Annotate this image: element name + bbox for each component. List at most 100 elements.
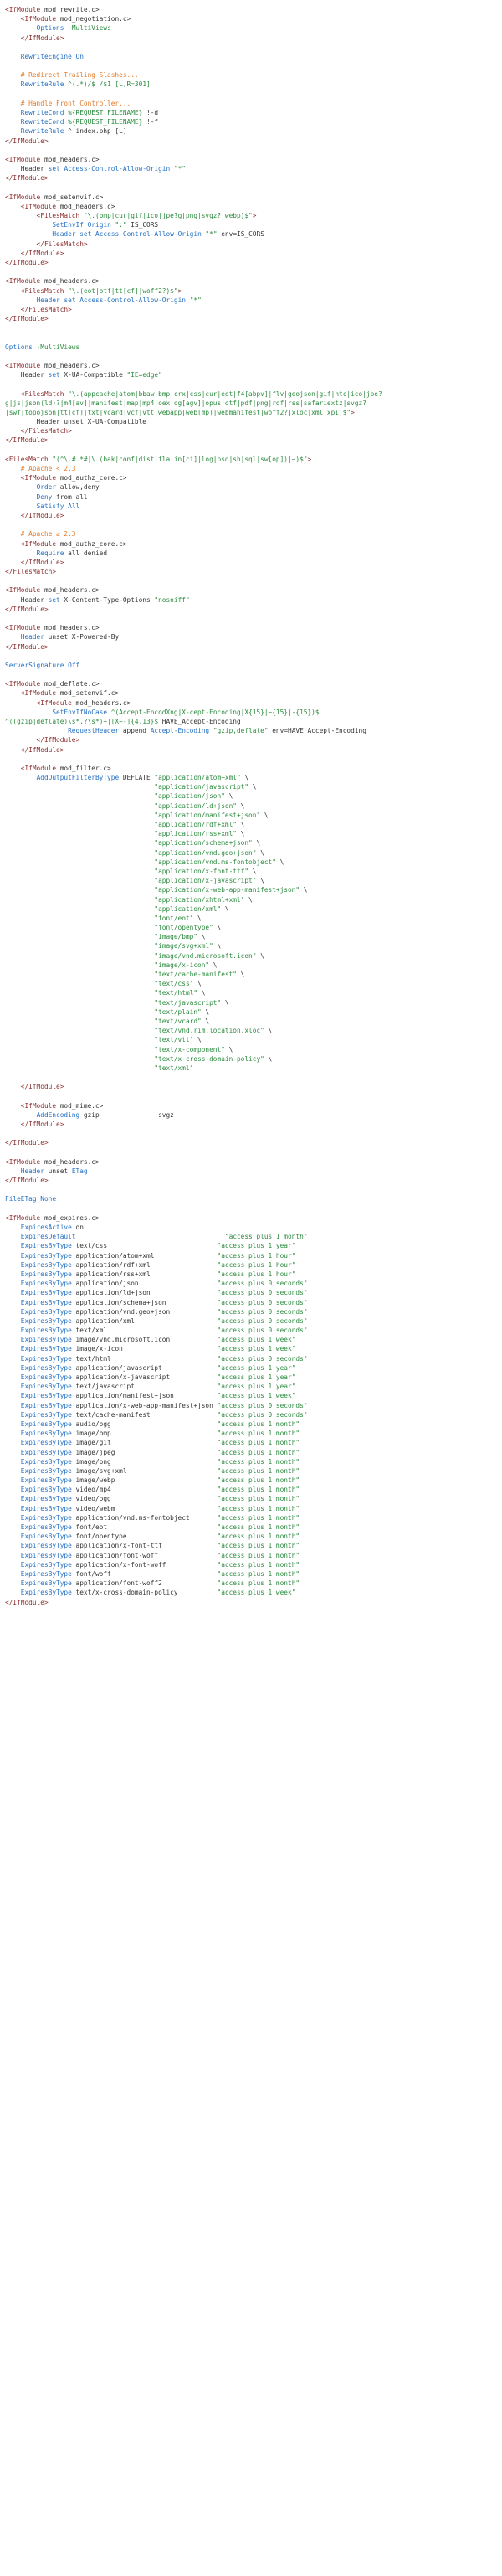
text-token: application/x-font-ttf	[71, 1542, 218, 1550]
directive-token: ExpiresByType	[20, 1560, 72, 1569]
text-token: application/ld+json	[71, 1289, 218, 1297]
code-line: ExpiresByType application/javascript "ac…	[5, 1363, 502, 1373]
string-token: "access plus 0 seconds"	[217, 1316, 308, 1325]
string-token: "application/json"	[154, 792, 225, 801]
text-token: application/json	[71, 1280, 218, 1288]
code-line: "text/cache-manifest" \	[5, 970, 502, 979]
comment-token: # Redirect Trailing Slashes...	[5, 71, 139, 80]
code-line: RewriteEngine On	[5, 52, 502, 61]
code-line: </FilesMatch>	[5, 426, 502, 435]
string-token: "image/vnd.microsoft.icon"	[154, 951, 257, 960]
string-token: "access plus 0 seconds"	[217, 1280, 308, 1288]
string-token: -MultiViews	[68, 24, 111, 33]
tag-token: <IfModule	[5, 202, 57, 210]
tag-token: </IfModule>	[5, 1139, 49, 1147]
directive-token: ExpiresByType	[20, 1363, 72, 1372]
directive-token: RewriteRule	[20, 127, 64, 136]
string-token: "access plus 1 year"	[217, 1383, 296, 1391]
string-token: %{REQUEST_FILENAME}	[68, 109, 143, 117]
string-token: "access plus 1 month"	[217, 1579, 300, 1588]
text-token: text/javascript	[71, 1383, 218, 1391]
string-token: "access plus 1 hour"	[217, 1270, 296, 1278]
text-token: text/xml	[71, 1327, 218, 1335]
text-token: \	[213, 942, 222, 951]
tag-token: <IfModule	[5, 155, 41, 163]
string-token: "access plus 1 hour"	[217, 1260, 296, 1269]
code-line: <FilesMatch "\.(appcache|atom|bbaw|bmp|c…	[5, 389, 502, 399]
directive-token: Header	[36, 296, 60, 304]
text-token: video/mp4	[71, 1486, 218, 1494]
text-token: application/font-woff2	[71, 1579, 218, 1588]
text-token: \	[240, 774, 249, 782]
directive-token: set	[64, 296, 76, 304]
string-token: "text/vtt"	[154, 1036, 194, 1044]
string-token: "access plus 0 seconds"	[217, 1327, 308, 1335]
directive-token: ExpiresByType	[20, 1513, 72, 1522]
code-line: Deny from all	[5, 492, 502, 502]
text-token: \	[221, 998, 229, 1007]
code-line: # Handle Front Controller...	[5, 99, 502, 108]
code-line: ExpiresByType image/jpeg "access plus 1 …	[5, 1448, 502, 1457]
code-line: <IfModule mod_authz_core.c>	[5, 473, 502, 482]
string-token: "IE=edge"	[126, 371, 162, 379]
tag-token: <IfModule	[5, 6, 41, 13]
text-token: mod_headers.c>	[40, 277, 100, 286]
text-token: image/svg+xml	[71, 1466, 218, 1475]
directive-token: ExpiresByType	[20, 1476, 72, 1485]
code-line: "application/manifest+json" \	[5, 811, 502, 820]
text-token: !-d	[142, 109, 159, 117]
string-token: "access plus 1 month"	[217, 1466, 300, 1475]
directive-token: ExpiresByType	[20, 1419, 72, 1428]
string-token: "nosniff"	[154, 595, 190, 604]
code-line: </IfModule>	[5, 137, 502, 146]
string-token: "access plus 1 month"	[217, 1457, 300, 1466]
text-token: \	[201, 1017, 210, 1025]
directive-token: On	[75, 52, 84, 60]
directive-token: ExpiresByType	[20, 1316, 72, 1325]
text-token: image/png	[71, 1457, 218, 1466]
tag-token: </IfModule>	[5, 436, 49, 445]
directive-token: set	[48, 595, 60, 604]
directive-token: ExpiresByType	[20, 1533, 72, 1541]
text-token: ^ index.php [L]	[64, 127, 127, 136]
directive-token: Deny	[36, 492, 53, 501]
code-line: <IfModule mod_filter.c>	[5, 764, 502, 773]
tag-token: <IfModule	[5, 193, 41, 201]
text-token: mod_setenvif.c>	[56, 689, 120, 698]
string-token: -MultiViews	[36, 343, 80, 351]
tag-token: >	[307, 455, 312, 463]
string-token: "image/svg+xml"	[154, 942, 213, 951]
code-line: ExpiresByType font/opentype "access plus…	[5, 1532, 502, 1541]
code-line: </IfModule>	[5, 642, 502, 652]
code-line: ExpiresByType application/json "access p…	[5, 1279, 502, 1288]
text-token: text/cache-manifest	[71, 1410, 218, 1419]
text-token: \	[224, 1045, 233, 1054]
directive-token: ExpiresByType	[20, 1392, 72, 1400]
text-token: image/gif	[71, 1439, 218, 1447]
string-token: "access plus 1 month"	[217, 1476, 300, 1485]
code-line: Require all denied	[5, 549, 502, 558]
tag-token: <FilesMatch	[5, 286, 64, 295]
